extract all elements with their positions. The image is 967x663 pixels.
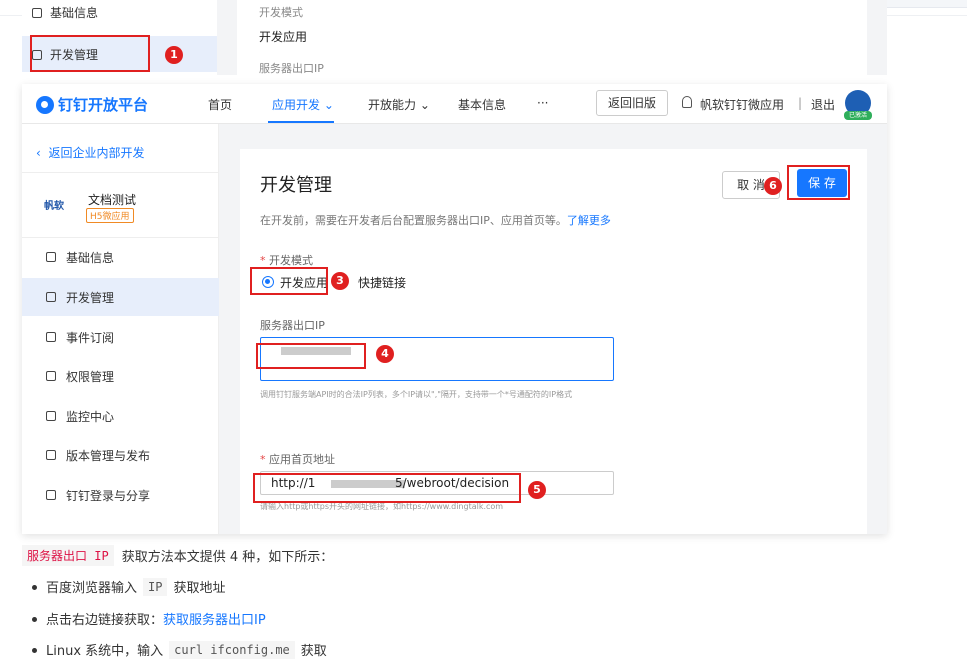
dev-mode-label: 开发模式 bbox=[259, 6, 303, 19]
bullet-text: 获取 bbox=[300, 644, 327, 659]
required-mark: * bbox=[260, 254, 266, 267]
ip-label: 服务器出口IP bbox=[260, 319, 325, 332]
chevron-left-icon: ‹ bbox=[36, 146, 41, 160]
annotation-number-6: 6 bbox=[764, 177, 782, 195]
sidebar-item-basic-info[interactable]: 基础信息 bbox=[32, 4, 98, 21]
avatar-badge: 已激活 bbox=[844, 111, 872, 120]
back-link[interactable]: ‹ 返回企业内部开发 bbox=[36, 144, 144, 161]
menu-label: 基础信息 bbox=[66, 250, 115, 265]
annotation-box-1 bbox=[30, 35, 150, 72]
sidebar-item-dev-management[interactable]: 开发管理 bbox=[22, 278, 219, 316]
menu-label: 开发管理 bbox=[66, 290, 115, 305]
inline-code: 服务器出口 IP bbox=[22, 545, 114, 566]
annotation-number-1: 1 bbox=[165, 46, 183, 64]
list-item: 百度浏览器输入 IP 获取地址 bbox=[31, 577, 226, 596]
list-item: 点击右边链接获取： 获取服务器出口IP bbox=[32, 609, 266, 628]
monitor-icon bbox=[46, 292, 56, 302]
menu-label: 事件订阅 bbox=[66, 330, 115, 345]
menu-label: 权限管理 bbox=[66, 369, 115, 384]
home-url-label: * 应用首页地址 bbox=[260, 451, 335, 467]
layers-icon bbox=[46, 450, 56, 460]
annotation-number-4: 4 bbox=[376, 345, 394, 363]
bar-chart-icon bbox=[46, 411, 56, 421]
page-description: 在开发前，需要在开发者后台配置服务器出口IP、应用首页等。了解更多 bbox=[260, 212, 611, 228]
annotation-number-5: 5 bbox=[528, 481, 546, 499]
desc-text: 在开发前，需要在开发者后台配置服务器出口IP、应用首页等。 bbox=[260, 214, 567, 227]
label-text: 开发模式 bbox=[269, 254, 313, 267]
dingtalk-app-screenshot: 钉钉开放平台 首页 应用开发 ⌄ 开放能力 ⌄ 基本信息 ··· 返回旧版 帆软… bbox=[22, 84, 887, 534]
menu-label: 版本管理与发布 bbox=[66, 448, 151, 463]
nav-open-ability[interactable]: 开放能力 ⌄ bbox=[368, 96, 430, 113]
sidebar-item-basic-info[interactable]: 基础信息 bbox=[22, 238, 219, 276]
annotation-box-3 bbox=[250, 267, 328, 295]
article-intro: 服务器出口 IP 获取方法本文提供 4 种，如下所示： bbox=[22, 545, 333, 566]
fanruan-logo: 帆软 bbox=[44, 201, 64, 212]
menu-label: 钉钉登录与分享 bbox=[66, 488, 151, 503]
label-text: 应用首页地址 bbox=[269, 453, 335, 466]
ip-hint: 调用钉钉服务端API时的合法IP列表，多个IP请以","隔开，支持带一个*号通配… bbox=[260, 390, 573, 399]
app-type-tag: H5微应用 bbox=[86, 208, 134, 223]
bullet-text: 点击右边链接获取： bbox=[46, 613, 164, 628]
sidebar-item-version-release[interactable]: 版本管理与发布 bbox=[22, 436, 219, 474]
annotation-box-4 bbox=[256, 343, 366, 369]
nav-active-underline bbox=[268, 121, 334, 123]
logout-link[interactable]: 退出 bbox=[811, 96, 835, 113]
list-item: Linux 系统中，输入 curl ifconfig.me 获取 bbox=[32, 640, 327, 659]
screenshot-crop-top: 基础信息 开发管理 开发模式 开发应用 服务器出口IP bbox=[22, 0, 887, 75]
document-icon bbox=[46, 252, 56, 262]
learn-more-link[interactable]: 了解更多 bbox=[567, 214, 611, 227]
sidebar: ‹ 返回企业内部开发 帆软 文档测试 H5微应用 基础信息 开发管理 事件订阅 … bbox=[22, 124, 219, 534]
app-name-label[interactable]: 帆软钉钉微应用 bbox=[700, 96, 784, 113]
nav-open-ability-label: 开放能力 bbox=[368, 98, 417, 112]
dingtalk-icon bbox=[36, 95, 54, 114]
annotation-box-6 bbox=[787, 165, 850, 200]
dev-mode-value: 开发应用 bbox=[259, 30, 308, 44]
required-mark: * bbox=[260, 453, 266, 466]
chevron-down-icon: ⌄ bbox=[419, 98, 430, 112]
nav-more[interactable]: ··· bbox=[537, 96, 548, 110]
share-icon bbox=[46, 490, 56, 500]
return-old-version-button[interactable]: 返回旧版 bbox=[596, 90, 668, 116]
page: 基础信息 开发管理 开发模式 开发应用 服务器出口IP 1 钉钉开放平台 首页 … bbox=[0, 0, 967, 663]
nav-app-dev[interactable]: 应用开发 ⌄ bbox=[272, 96, 334, 113]
top-nav: 钉钉开放平台 首页 应用开发 ⌄ 开放能力 ⌄ 基本信息 ··· 返回旧版 帆软… bbox=[22, 84, 887, 124]
menu-label: 监控中心 bbox=[66, 409, 115, 424]
bell-icon[interactable] bbox=[682, 96, 692, 108]
bullet-text: 百度浏览器输入 bbox=[46, 581, 138, 596]
sidebar-item-event-subscription[interactable]: 事件订阅 bbox=[22, 318, 219, 356]
info-icon bbox=[32, 7, 42, 18]
dingtalk-logo[interactable]: 钉钉开放平台 bbox=[36, 94, 148, 115]
crop-content: 开发模式 开发应用 服务器出口IP bbox=[237, 0, 867, 75]
intro-text: 获取方法本文提供 4 种，如下所示： bbox=[121, 550, 334, 565]
bullet-text: Linux 系统中，输入 bbox=[46, 644, 164, 659]
lock-icon bbox=[46, 371, 56, 381]
nav-app-dev-label: 应用开发 bbox=[272, 98, 321, 112]
bullet-text: 获取地址 bbox=[173, 581, 226, 596]
chevron-down-icon: ⌄ bbox=[323, 98, 334, 112]
page-title: 开发管理 bbox=[260, 175, 332, 196]
app-name: 文档测试 bbox=[88, 193, 137, 207]
sidebar-item-label: 基础信息 bbox=[50, 6, 99, 20]
inline-code: IP bbox=[143, 577, 168, 596]
dev-mode-label: * 开发模式 bbox=[260, 252, 313, 268]
divider bbox=[22, 172, 219, 173]
opt-quick-link-label[interactable]: 快捷链接 bbox=[358, 274, 406, 291]
back-link-label: 返回企业内部开发 bbox=[48, 146, 145, 160]
get-ip-link[interactable]: 获取服务器出口IP bbox=[163, 609, 266, 628]
nav-separator: | bbox=[798, 96, 803, 110]
logo-text: 钉钉开放平台 bbox=[58, 96, 149, 114]
nav-basic-info[interactable]: 基本信息 bbox=[458, 96, 506, 113]
inline-code: curl ifconfig.me bbox=[169, 640, 295, 659]
annotation-box-5 bbox=[253, 473, 521, 503]
sidebar-item-permission[interactable]: 权限管理 bbox=[22, 357, 219, 395]
ip-label: 服务器出口IP bbox=[259, 62, 324, 75]
sidebar-item-monitoring[interactable]: 监控中心 bbox=[22, 397, 219, 435]
annotation-number-3: 3 bbox=[331, 272, 349, 290]
nav-home[interactable]: 首页 bbox=[208, 96, 232, 113]
calendar-check-icon bbox=[46, 332, 56, 342]
sidebar-item-dingtalk-login[interactable]: 钉钉登录与分享 bbox=[22, 476, 219, 514]
